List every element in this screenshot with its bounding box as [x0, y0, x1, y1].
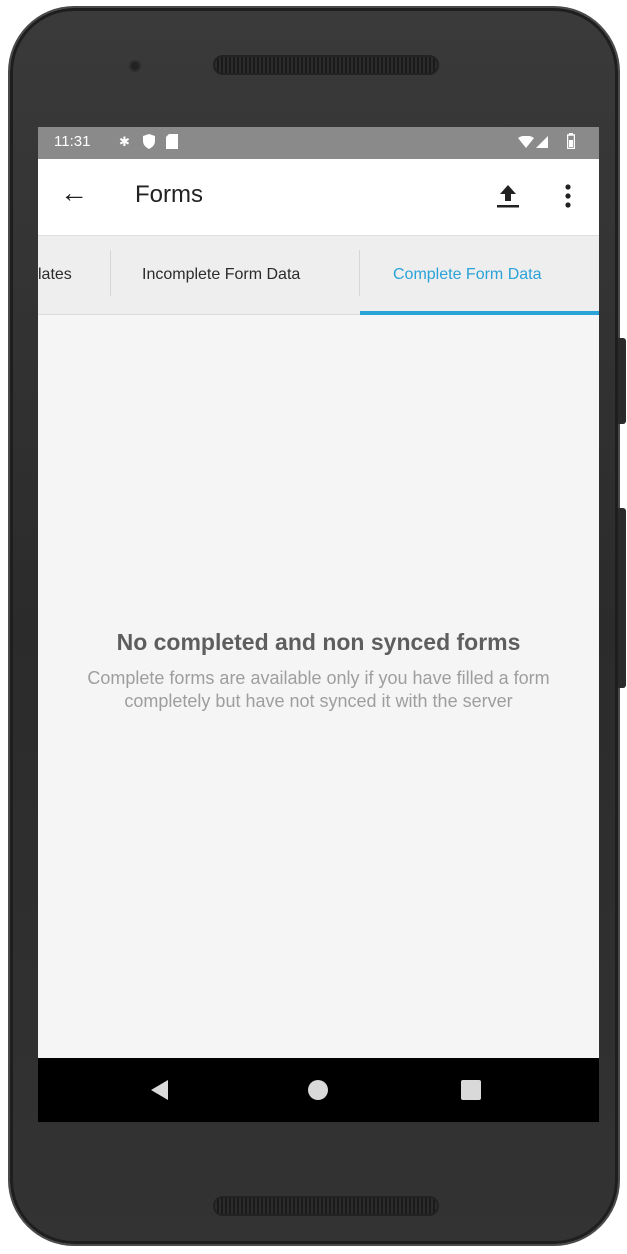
volume-button: [618, 508, 626, 688]
signal-icon: [536, 136, 548, 148]
earpiece-speaker: [213, 55, 439, 75]
status-time: 11:31: [54, 133, 91, 150]
front-camera: [129, 60, 141, 72]
app-bar: ← Forms: [38, 159, 599, 235]
page-title: Forms: [135, 181, 203, 208]
bottom-speaker: [213, 1196, 439, 1216]
tab-complete-form-data[interactable]: Complete Form Data: [393, 236, 542, 314]
shield-icon: [143, 134, 155, 149]
tab-divider: [110, 250, 111, 296]
screen: 11:31 ✱ ← Forms lates Incomplete Form Da…: [38, 127, 599, 1122]
status-bar: 11:31 ✱: [38, 127, 599, 159]
more-vert-icon[interactable]: [560, 179, 576, 213]
sd-card-icon: [166, 134, 178, 149]
tab-divider: [359, 250, 360, 296]
empty-state-title: No completed and non synced forms: [116, 629, 521, 655]
upload-icon[interactable]: [493, 181, 523, 211]
back-arrow-icon[interactable]: ←: [60, 177, 88, 209]
battery-icon: [567, 133, 575, 149]
active-tab-indicator: [360, 311, 599, 315]
power-button: [618, 338, 626, 424]
nav-recents-icon[interactable]: [461, 1080, 481, 1100]
settings-icon: ✱: [119, 134, 130, 149]
nav-home-icon[interactable]: [308, 1080, 328, 1100]
wifi-icon: [518, 136, 534, 148]
navigation-bar: [38, 1058, 599, 1122]
nav-back-icon[interactable]: [151, 1080, 168, 1100]
tab-bar: lates Incomplete Form Data Complete Form…: [38, 235, 599, 315]
tab-incomplete-form-data[interactable]: Incomplete Form Data: [142, 236, 300, 314]
tab-templates[interactable]: lates: [38, 236, 72, 314]
empty-state-description: Complete forms are available only if you…: [87, 668, 550, 711]
